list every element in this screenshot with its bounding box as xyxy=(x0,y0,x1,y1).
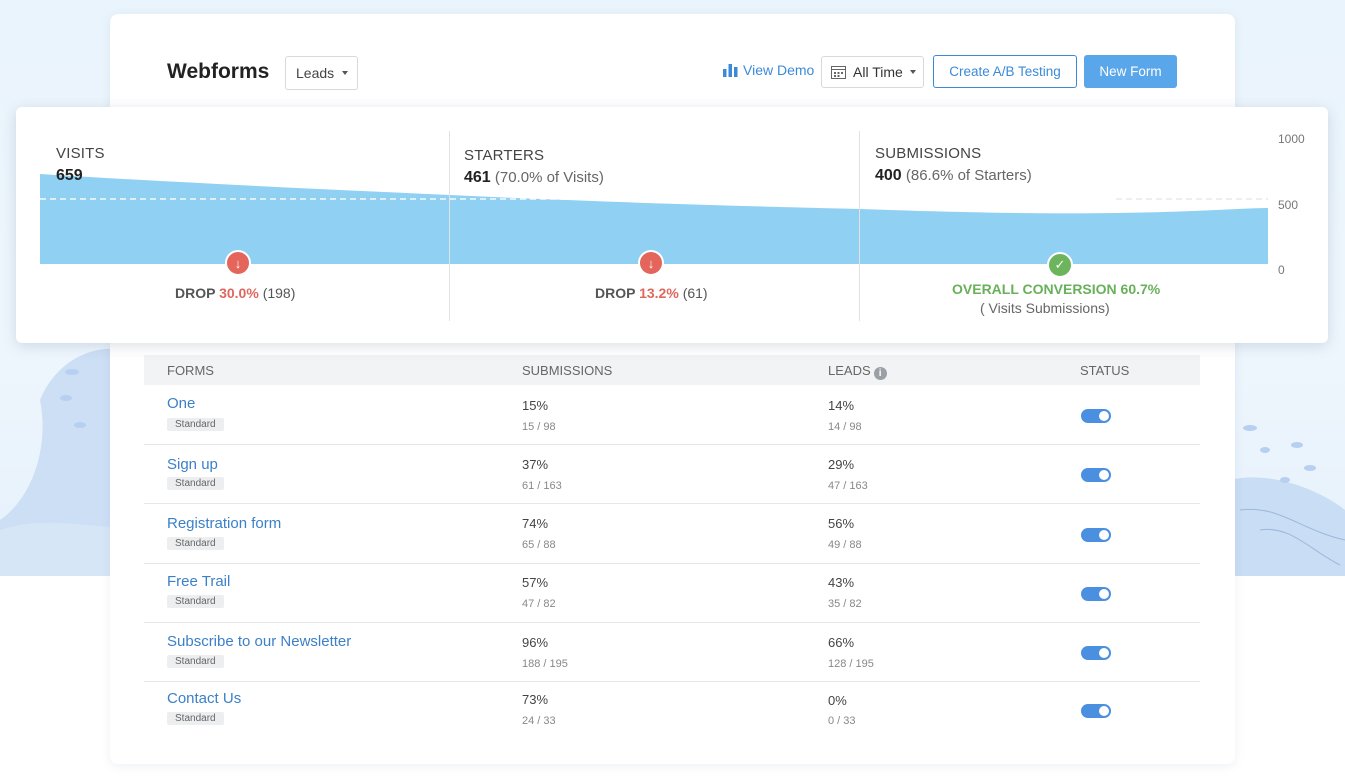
leads-percent: 43% xyxy=(828,575,855,590)
overall-conversion-subtitle: ( Visits Submissions) xyxy=(980,300,1110,316)
chevron-down-icon xyxy=(342,71,349,75)
table-row: Registration form Standard 74% 65 / 88 5… xyxy=(144,504,1200,564)
visits-label: VISITS xyxy=(56,145,105,162)
axis-tick-0: 0 xyxy=(1278,263,1285,277)
submissions-ratio: 47 / 82 xyxy=(522,598,556,610)
view-demo-label: View Demo xyxy=(743,62,815,78)
leads-percent: 56% xyxy=(828,516,855,531)
submissions-percent: 15% xyxy=(522,398,549,413)
table-row: Free Trail Standard 57% 47 / 82 43% 35 /… xyxy=(144,563,1200,623)
drop-starters-submissions: DROP 13.2% (61) xyxy=(595,285,708,301)
check-icon: ✓ xyxy=(1047,252,1073,278)
form-type-label: Leads xyxy=(296,65,335,81)
leads-percent: 29% xyxy=(828,457,855,472)
leads-percent: 14% xyxy=(828,398,855,413)
starters-value: 461 (70.0% of Visits) xyxy=(464,169,604,186)
leads-ratio: 35 / 82 xyxy=(828,598,862,610)
status-toggle[interactable] xyxy=(1081,646,1111,660)
column-header-forms[interactable]: FORMS xyxy=(167,363,214,378)
starters-label: STARTERS xyxy=(464,147,545,164)
submissions-label: SUBMISSIONS xyxy=(875,145,982,162)
axis-tick-500: 500 xyxy=(1278,198,1299,212)
form-type-tag: Standard xyxy=(167,537,224,550)
time-range-label: All Time xyxy=(853,64,903,80)
column-header-leads[interactable]: LEADS i xyxy=(828,363,887,380)
submissions-ratio: 15 / 98 xyxy=(522,421,556,433)
submissions-percent: 57% xyxy=(522,575,549,590)
leads-percent: 0% xyxy=(828,693,847,708)
forms-table-header: FORMS SUBMISSIONS LEADS i STATUS xyxy=(144,355,1200,385)
funnel-panel: VISITS 659 STARTERS 461 (70.0% of Visits… xyxy=(16,107,1328,343)
submissions-value: 400 (86.6% of Starters) xyxy=(875,167,1032,184)
submissions-percent: 74% xyxy=(522,516,549,531)
form-name-link[interactable]: Sign up xyxy=(167,456,218,473)
calendar-icon xyxy=(831,66,846,79)
form-type-tag: Standard xyxy=(167,477,224,490)
status-toggle[interactable] xyxy=(1081,587,1111,601)
table-row: Contact Us Standard 73% 24 / 33 0% 0 / 3… xyxy=(144,682,1200,742)
column-header-submissions[interactable]: SUBMISSIONS xyxy=(522,363,612,378)
form-type-tag: Standard xyxy=(167,655,224,668)
form-name-link[interactable]: One xyxy=(167,395,195,412)
stage-divider xyxy=(449,131,450,321)
create-ab-testing-button[interactable]: Create A/B Testing xyxy=(933,55,1077,88)
info-icon[interactable]: i xyxy=(873,367,887,380)
time-range-select[interactable]: All Time xyxy=(821,56,924,88)
form-name-link[interactable]: Registration form xyxy=(167,515,281,532)
submissions-percent: 73% xyxy=(522,692,549,707)
stage-divider xyxy=(859,131,860,321)
column-header-status[interactable]: STATUS xyxy=(1080,363,1129,378)
submissions-ratio: 24 / 33 xyxy=(522,715,556,727)
view-demo-link[interactable]: View Demo xyxy=(723,62,814,78)
status-toggle[interactable] xyxy=(1081,409,1111,423)
leads-ratio: 128 / 195 xyxy=(828,658,874,670)
form-type-tag: Standard xyxy=(167,595,224,608)
axis-tick-1000: 1000 xyxy=(1278,132,1305,146)
bar-chart-icon xyxy=(723,64,738,77)
page-title: Webforms xyxy=(167,60,270,83)
leads-ratio: 47 / 163 xyxy=(828,480,868,492)
table-row: Sign up Standard 37% 61 / 163 29% 47 / 1… xyxy=(144,444,1200,504)
form-type-tag: Standard xyxy=(167,712,224,725)
submissions-percent: 96% xyxy=(522,635,549,650)
leads-ratio: 14 / 98 xyxy=(828,421,862,433)
submissions-ratio: 65 / 88 xyxy=(522,539,556,551)
new-form-button[interactable]: New Form xyxy=(1084,55,1177,88)
form-name-link[interactable]: Free Trail xyxy=(167,573,230,590)
leads-percent: 66% xyxy=(828,635,855,650)
status-toggle[interactable] xyxy=(1081,704,1111,718)
submissions-ratio: 61 / 163 xyxy=(522,480,562,492)
form-type-dropdown[interactable]: Leads xyxy=(285,56,358,90)
visits-value: 659 xyxy=(56,167,83,184)
form-type-tag: Standard xyxy=(167,418,224,431)
form-name-link[interactable]: Contact Us xyxy=(167,690,241,707)
drop-visits-starters: DROP 30.0% (198) xyxy=(175,285,296,301)
leads-ratio: 0 / 33 xyxy=(828,715,856,727)
submissions-percent: 37% xyxy=(522,457,549,472)
form-name-link[interactable]: Subscribe to our Newsletter xyxy=(167,633,351,650)
status-toggle[interactable] xyxy=(1081,468,1111,482)
overall-conversion: OVERALL CONVERSION 60.7% xyxy=(952,281,1161,297)
status-toggle[interactable] xyxy=(1081,528,1111,542)
drop-down-arrow-icon: ↓ xyxy=(225,250,251,276)
drop-down-arrow-icon: ↓ xyxy=(638,250,664,276)
table-row: One Standard 15% 15 / 98 14% 14 / 98 xyxy=(144,385,1200,445)
chevron-down-icon xyxy=(909,70,916,74)
leads-ratio: 49 / 88 xyxy=(828,539,862,551)
submissions-ratio: 188 / 195 xyxy=(522,658,568,670)
table-row: Subscribe to our Newsletter Standard 96%… xyxy=(144,622,1200,682)
funnel-chart xyxy=(40,174,1268,264)
